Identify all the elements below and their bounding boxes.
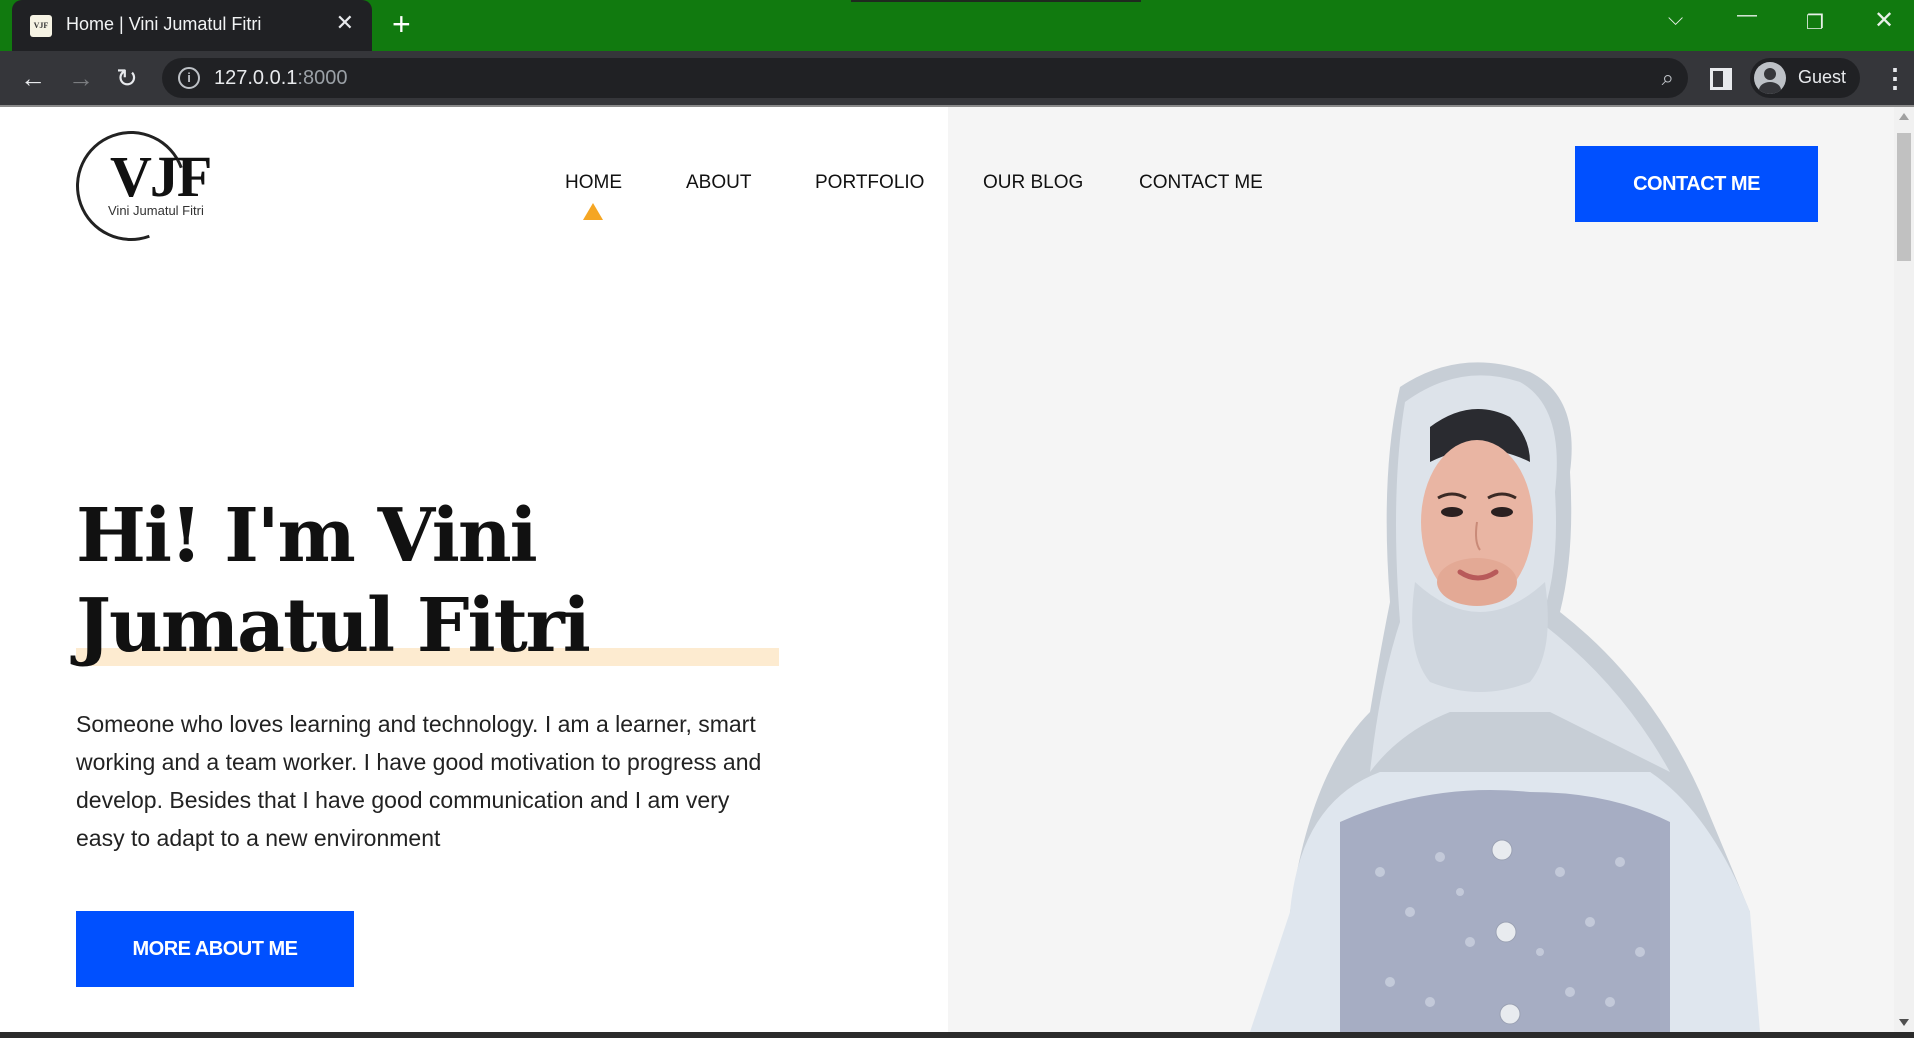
bottom-edge [0,1032,1914,1038]
window-drag-indicator [851,0,1141,2]
reload-icon[interactable]: ↻ [116,63,138,94]
profile-button[interactable]: Guest [1750,58,1860,98]
browser-toolbar: ← → ↻ i 127.0.0.1:8000 ⌕ Guest ⋮ [0,51,1914,105]
nav-our-blog[interactable]: OUR BLOG [983,172,1083,194]
hero-title: Hi! I'm Vini Jumatul Fitri [76,493,591,669]
menu-icon[interactable]: ⋮ [1882,63,1908,94]
address-bar[interactable]: i 127.0.0.1:8000 ⌕ [162,58,1688,98]
favicon-icon: VJF [30,15,52,37]
browser-tab[interactable]: VJF Home | Vini Jumatul Fitri ✕ [12,0,372,51]
nav-about[interactable]: ABOUT [686,172,751,194]
nav-portfolio[interactable]: PORTFOLIO [815,172,924,194]
profile-label: Guest [1798,67,1847,87]
zoom-icon[interactable]: ⌕ [1662,65,1674,91]
logo-subtitle: Vini Jumatul Fitri [108,203,204,218]
url-port: :8000 [297,67,348,89]
hero-description: Someone who loves learning and technolog… [76,711,762,851]
minimize-icon[interactable]: — [1737,4,1757,27]
url-text: 127.0.0.1:8000 [214,67,347,90]
tab-search-icon[interactable]: ⌵ [1668,8,1683,31]
logo-text: VJF [110,144,212,209]
scrollbar-thumb[interactable] [1897,133,1911,261]
contact-me-button[interactable]: CONTACT ME [1575,146,1818,222]
nav-home[interactable]: HOME [565,172,622,194]
scroll-up-icon[interactable] [1899,113,1909,120]
window-close-icon[interactable]: ✕ [1874,6,1894,35]
url-host: 127.0.0.1 [214,67,298,89]
avatar-icon [1754,62,1786,94]
restore-icon[interactable]: ❐ [1806,10,1824,35]
nav-contact-me[interactable]: CONTACT ME [1139,172,1263,194]
profile-photo [1250,362,1760,1032]
tab-title: Home | Vini Jumatul Fitri [66,14,262,34]
browser-titlebar: VJF Home | Vini Jumatul Fitri ✕ + ⌵ — ❐ … [0,0,1914,51]
side-panel-icon[interactable] [1710,68,1732,90]
nav-active-indicator [583,203,603,220]
forward-icon[interactable]: → [68,63,94,94]
back-icon[interactable]: ← [20,63,46,94]
tab-close-icon[interactable]: ✕ [336,10,354,36]
webpage: VJF Vini Jumatul Fitri HOME ABOUT PORTFO… [0,107,1894,1032]
more-about-me-button[interactable]: MORE ABOUT ME [76,911,354,987]
site-info-icon[interactable]: i [178,67,200,89]
page-scrollbar[interactable] [1894,107,1914,1032]
new-tab-icon[interactable]: + [392,6,411,43]
scroll-down-icon[interactable] [1899,1019,1909,1026]
